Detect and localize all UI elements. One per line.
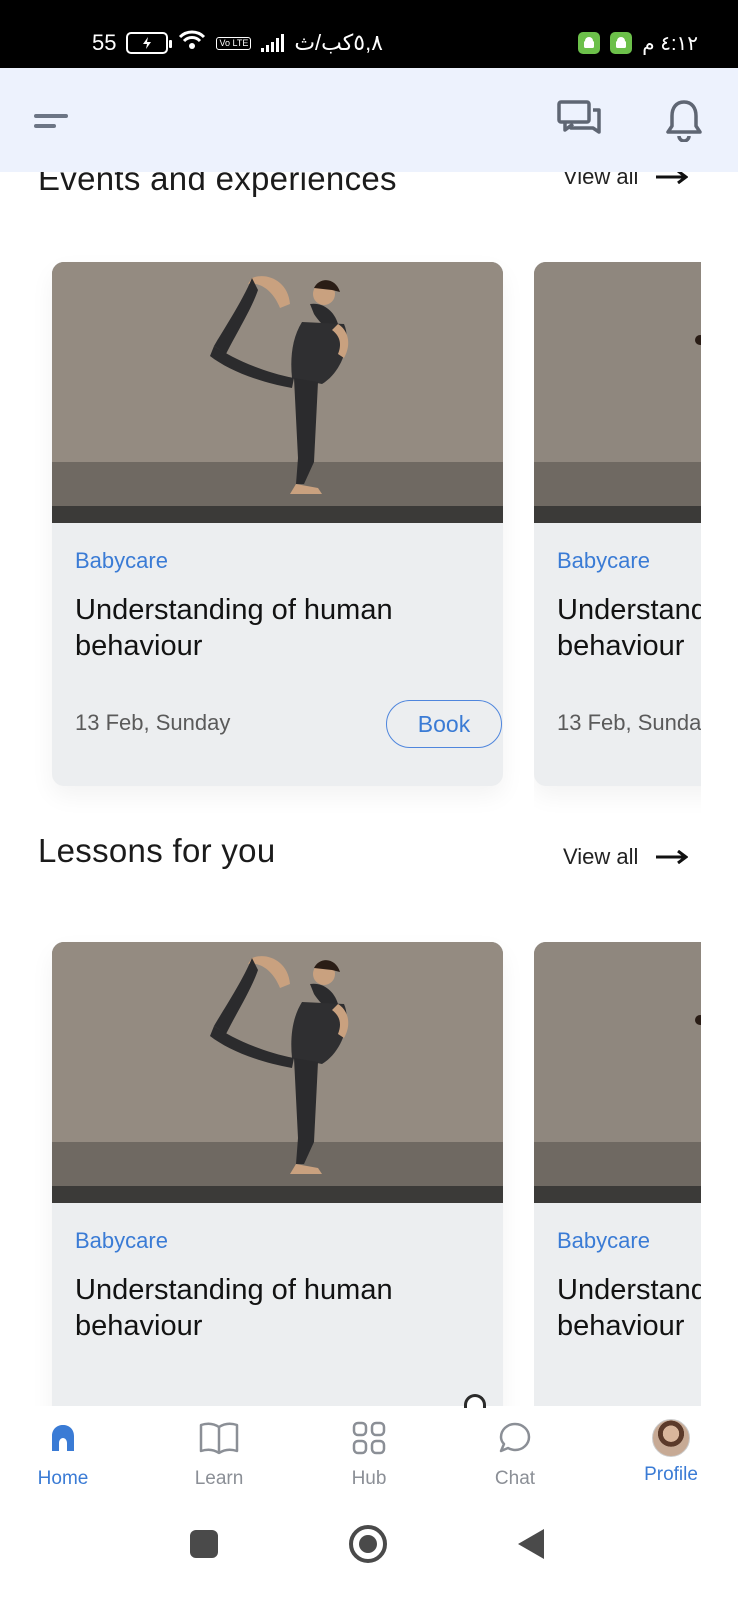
home-icon bbox=[48, 1416, 78, 1460]
card-category: Babycare bbox=[557, 548, 650, 573]
arrow-right-icon bbox=[656, 850, 689, 864]
back-icon[interactable] bbox=[518, 1529, 544, 1559]
view-all-link[interactable]: View all bbox=[563, 172, 689, 190]
chat-bubbles-icon[interactable] bbox=[555, 98, 603, 142]
book-button[interactable]: Book bbox=[386, 700, 502, 748]
arrow-right-icon bbox=[656, 172, 689, 184]
view-all-label: View all bbox=[563, 172, 639, 189]
home-button-icon[interactable] bbox=[349, 1525, 387, 1563]
section-title: Events and experiences bbox=[38, 172, 397, 197]
clock: ٤:١٢ م bbox=[642, 32, 698, 55]
signal-icon bbox=[261, 34, 285, 52]
network-speed: ٥,٨كب/ث bbox=[294, 30, 383, 55]
bell-icon[interactable] bbox=[664, 98, 704, 143]
nav-profile[interactable]: Profile bbox=[616, 1406, 726, 1510]
card-category: Babycare bbox=[75, 1228, 168, 1253]
lessons-section: Lessons for you View all Babycare Unders… bbox=[0, 832, 738, 1406]
wifi-icon bbox=[178, 29, 206, 57]
event-photo bbox=[534, 262, 701, 523]
card-title: Understanding of human behaviour bbox=[557, 594, 701, 662]
home-feed[interactable]: Events and experiences View all Babycare… bbox=[0, 172, 738, 1406]
event-card[interactable]: Babycare Understanding of human behaviou… bbox=[534, 262, 701, 786]
grid-icon bbox=[352, 1416, 386, 1460]
nav-hub[interactable]: Hub bbox=[314, 1406, 424, 1510]
nav-chat[interactable]: Chat bbox=[460, 1406, 570, 1510]
chat-icon bbox=[498, 1416, 532, 1460]
nav-label: Learn bbox=[194, 1468, 244, 1489]
status-left: 55 Vo LTE ٥,٨كب/ث bbox=[92, 28, 383, 58]
android-notification-icon bbox=[578, 32, 601, 54]
nav-label: Chat bbox=[494, 1468, 536, 1489]
android-notification-icon-2 bbox=[610, 32, 633, 54]
event-card-peek[interactable]: Babycare Understanding of human behaviou… bbox=[534, 262, 701, 822]
card-date: 13 Feb, Sunday bbox=[75, 710, 231, 735]
event-card[interactable]: Babycare Understanding of human behaviou… bbox=[52, 262, 503, 786]
lesson-photo bbox=[534, 942, 701, 1203]
lesson-card-peek[interactable]: Babycare Understanding of human behaviou… bbox=[534, 942, 701, 1406]
card-category: Babycare bbox=[75, 548, 168, 573]
avatar bbox=[652, 1416, 690, 1460]
nav-label: Hub bbox=[351, 1468, 387, 1489]
card-title: Understanding of human behaviour bbox=[557, 1274, 701, 1342]
card-category: Babycare bbox=[557, 1228, 650, 1253]
card-title: Understanding of human behaviour bbox=[75, 594, 393, 662]
battery-level: 55 bbox=[92, 30, 117, 55]
view-all-label: View all bbox=[563, 844, 639, 869]
bottom-nav: Home Learn Hub Chat Profile bbox=[0, 1406, 738, 1510]
recents-icon[interactable] bbox=[190, 1530, 218, 1558]
nav-label: Home bbox=[37, 1468, 89, 1489]
status-right: ٤:١٢ م bbox=[578, 28, 698, 58]
nav-home[interactable]: Home bbox=[8, 1406, 118, 1510]
nav-learn[interactable]: Learn bbox=[164, 1406, 274, 1510]
nav-label: Profile bbox=[644, 1464, 698, 1485]
section-title: Lessons for you bbox=[38, 832, 276, 869]
lesson-photo bbox=[52, 942, 503, 1203]
menu-icon[interactable] bbox=[34, 110, 74, 134]
system-nav-bar bbox=[0, 1510, 738, 1600]
view-all-link[interactable]: View all bbox=[563, 844, 689, 870]
events-section: Events and experiences View all Babycare… bbox=[0, 172, 738, 792]
event-photo bbox=[52, 262, 503, 523]
lesson-card[interactable]: Babycare Understanding of human behaviou… bbox=[52, 942, 503, 1406]
app-header bbox=[0, 68, 738, 172]
status-bar: 55 Vo LTE ٥,٨كب/ث ٤:١٢ م bbox=[0, 0, 738, 68]
card-title: Understanding of human behaviour bbox=[75, 1274, 393, 1342]
book-icon bbox=[199, 1416, 239, 1460]
battery-icon bbox=[126, 32, 173, 54]
volte-icon: Vo LTE bbox=[216, 36, 252, 50]
card-date: 13 Feb, Sunday bbox=[557, 710, 701, 735]
lesson-card[interactable]: Babycare Understanding of human behaviou… bbox=[534, 942, 701, 1406]
